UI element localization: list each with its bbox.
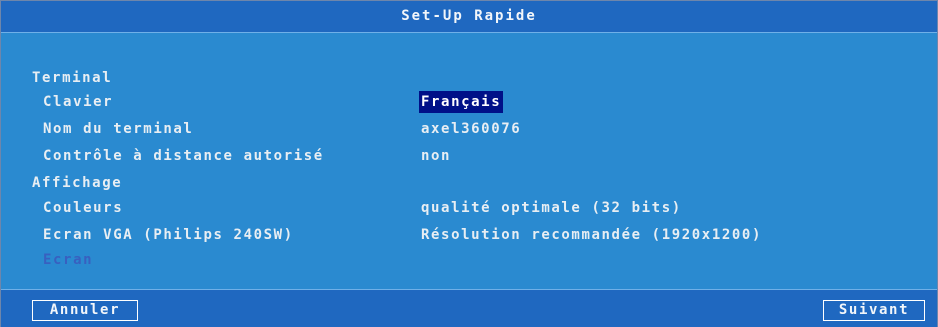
next-button[interactable]: Suivant (823, 300, 925, 321)
terminal-name-value[interactable]: axel360076 (421, 118, 521, 140)
section-display: Affichage (32, 175, 123, 191)
section-terminal: Terminal (32, 70, 113, 86)
settings-panel: Terminal Clavier Français Nom du termina… (1, 33, 937, 288)
setup-dialog: Set-Up Rapide Terminal Clavier Français … (0, 0, 938, 327)
screen-label: Ecran (43, 252, 94, 268)
remote-control-label: Contrôle à distance autorisé (43, 148, 324, 164)
dialog-title: Set-Up Rapide (1, 1, 937, 33)
keyboard-label: Clavier (43, 94, 114, 110)
vga-screen-label: Ecran VGA (Philips 240SW) (43, 227, 294, 243)
button-bar: Annuler Suivant (1, 289, 937, 327)
vga-screen-value[interactable]: Résolution recommandée (1920x1200) (421, 224, 762, 246)
remote-control-value[interactable]: non (421, 145, 451, 167)
colors-value[interactable]: qualité optimale (32 bits) (421, 197, 682, 219)
terminal-name-label: Nom du terminal (43, 121, 194, 137)
keyboard-value[interactable]: Français (419, 91, 504, 113)
cancel-button[interactable]: Annuler (32, 300, 138, 321)
colors-label: Couleurs (43, 200, 124, 216)
